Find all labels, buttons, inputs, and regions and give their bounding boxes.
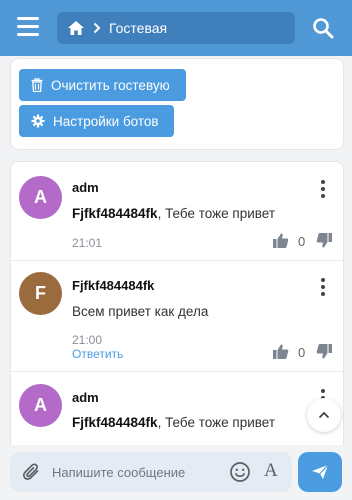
guestbook-actions-card: Очистить гостевую Настройки ботов: [10, 58, 344, 150]
search-icon[interactable]: [312, 17, 334, 39]
scroll-to-top-button[interactable]: [307, 398, 341, 432]
message-time: 21:01: [72, 236, 103, 250]
message-body: , Тебе тоже привет: [157, 415, 276, 430]
gear-icon: [31, 114, 45, 128]
like-count: 0: [298, 234, 306, 249]
hamburger-icon[interactable]: [17, 17, 39, 37]
message-input[interactable]: [52, 462, 222, 482]
reply-link[interactable]: Ответить: [72, 347, 123, 361]
clear-guestbook-label: Очистить гостевую: [51, 77, 170, 93]
message-body: , Тебе тоже привет: [157, 206, 276, 221]
thumbs-down-icon[interactable]: [316, 343, 333, 360]
home-icon[interactable]: [67, 20, 85, 36]
message-list: A adm Fjfkf484484fk, Тебе тоже привет 21…: [10, 161, 344, 451]
bot-settings-button[interactable]: Настройки ботов: [19, 105, 174, 137]
more-options-icon[interactable]: [320, 278, 326, 296]
list-item: F Fjfkf484484fk Всем привет как дела 21:…: [11, 261, 343, 371]
smiley-icon[interactable]: [229, 461, 251, 483]
message-author[interactable]: adm: [72, 180, 99, 195]
thumbs-up-icon[interactable]: [272, 232, 289, 249]
mention[interactable]: Fjfkf484484fk: [72, 206, 158, 221]
chevron-up-icon: [318, 411, 330, 419]
breadcrumb[interactable]: Гостевая: [57, 12, 295, 44]
message-composer: A: [0, 445, 352, 500]
top-bar: Гостевая: [0, 0, 352, 56]
message-text: Fjfkf484484fk, Тебе тоже привет: [72, 206, 275, 221]
mention[interactable]: Fjfkf484484fk: [72, 415, 158, 430]
text-format-button[interactable]: A: [264, 460, 278, 482]
send-button[interactable]: [298, 452, 342, 492]
thumbs-down-icon[interactable]: [316, 232, 333, 249]
avatar[interactable]: A: [19, 384, 62, 427]
more-options-icon[interactable]: [320, 180, 326, 198]
trash-icon: [31, 78, 43, 92]
avatar[interactable]: A: [19, 176, 62, 219]
avatar[interactable]: F: [19, 272, 62, 315]
bot-settings-label: Настройки ботов: [53, 113, 159, 129]
list-item: A adm Fjfkf484484fk, Тебе тоже привет: [11, 372, 343, 450]
message-time: 21:00: [72, 333, 103, 347]
thumbs-up-icon[interactable]: [272, 343, 289, 360]
message-text: Всем привет как дела: [72, 304, 209, 319]
breadcrumb-current: Гостевая: [109, 20, 168, 36]
send-icon: [312, 464, 329, 479]
list-item: A adm Fjfkf484484fk, Тебе тоже привет 21…: [11, 162, 343, 260]
message-input-box: A: [10, 452, 292, 492]
like-count: 0: [298, 345, 306, 360]
chevron-right-icon: [93, 22, 101, 34]
clear-guestbook-button[interactable]: Очистить гостевую: [19, 69, 186, 101]
message-author[interactable]: adm: [72, 390, 99, 405]
paperclip-icon[interactable]: [22, 462, 42, 482]
message-text: Fjfkf484484fk, Тебе тоже привет: [72, 415, 275, 430]
message-author[interactable]: Fjfkf484484fk: [72, 278, 154, 293]
